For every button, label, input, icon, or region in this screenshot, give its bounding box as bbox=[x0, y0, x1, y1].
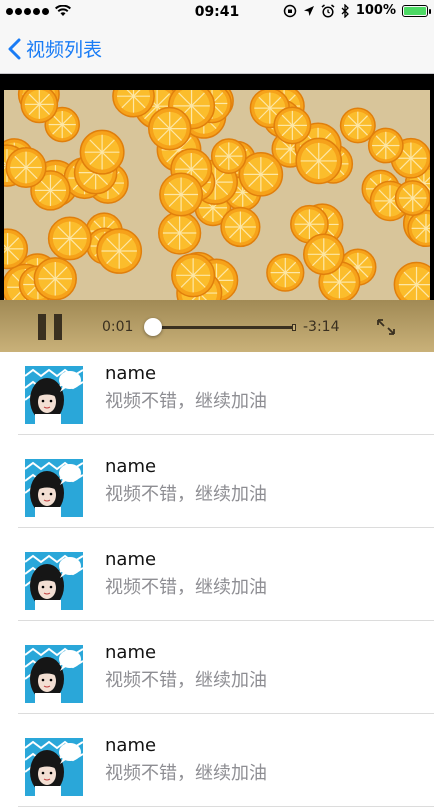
nav-title: 视频列表 bbox=[26, 39, 103, 61]
slider-thumb[interactable] bbox=[144, 318, 162, 336]
video-thumbnail-oranges bbox=[4, 90, 430, 300]
comment-cell[interactable]: name 视频不错，继续加油 bbox=[0, 621, 434, 714]
avatar-illustration bbox=[25, 645, 83, 703]
pause-button[interactable] bbox=[38, 314, 62, 340]
comment-cell[interactable]: name 视频不错，继续加油 bbox=[0, 528, 434, 621]
comment-text: 视频不错，继续加油 bbox=[105, 577, 267, 598]
pause-icon-bar bbox=[54, 314, 62, 340]
avatar bbox=[25, 645, 83, 703]
battery-level bbox=[404, 6, 426, 15]
avatar bbox=[25, 738, 83, 796]
comment-username: name bbox=[105, 456, 157, 477]
avatar-illustration bbox=[25, 459, 83, 517]
status-right: 100% bbox=[283, 3, 431, 18]
back-button[interactable]: 视频列表 bbox=[8, 35, 102, 62]
comment-username: name bbox=[105, 549, 157, 570]
comment-cell[interactable]: name 视频不错，继续加油 bbox=[0, 435, 434, 528]
avatar bbox=[25, 552, 83, 610]
status-bar: 09:41 100% bbox=[0, 0, 434, 26]
orientation-lock-icon bbox=[283, 4, 297, 17]
comment-username: name bbox=[105, 363, 157, 384]
avatar bbox=[25, 366, 83, 424]
battery-percent: 100% bbox=[355, 3, 396, 18]
current-time: 0:01 bbox=[102, 319, 134, 335]
battery-icon bbox=[402, 4, 431, 17]
remaining-time: -3:14 bbox=[303, 319, 340, 335]
pause-icon-bar bbox=[38, 314, 46, 340]
alarm-icon bbox=[321, 3, 335, 18]
comment-cell[interactable]: name 视频不错，继续加油 bbox=[0, 714, 434, 807]
avatar bbox=[25, 459, 83, 517]
progress-slider[interactable] bbox=[144, 318, 296, 336]
comment-username: name bbox=[105, 735, 157, 756]
fullscreen-button[interactable] bbox=[375, 317, 397, 337]
comment-text: 视频不错，继续加油 bbox=[105, 670, 267, 691]
comment-text: 视频不错，继续加油 bbox=[105, 763, 267, 784]
slider-end-cap bbox=[292, 324, 296, 331]
video-frame[interactable] bbox=[4, 90, 430, 300]
avatar-illustration bbox=[25, 552, 83, 610]
avatar-illustration bbox=[25, 366, 83, 424]
location-icon bbox=[303, 5, 314, 16]
bluetooth-icon bbox=[341, 3, 349, 18]
navigation-bar: 视频列表 bbox=[0, 26, 434, 74]
comment-text: 视频不错，继续加油 bbox=[105, 484, 267, 505]
comment-username: name bbox=[105, 642, 157, 663]
video-player[interactable]: 0:01 -3:14 bbox=[0, 74, 434, 352]
avatar-illustration bbox=[25, 738, 83, 796]
comment-text: 视频不错，继续加油 bbox=[105, 391, 267, 412]
fullscreen-icon bbox=[377, 319, 395, 335]
chevron-left-icon bbox=[8, 38, 21, 59]
comment-cell[interactable]: name 视频不错，继续加油 bbox=[0, 342, 434, 435]
